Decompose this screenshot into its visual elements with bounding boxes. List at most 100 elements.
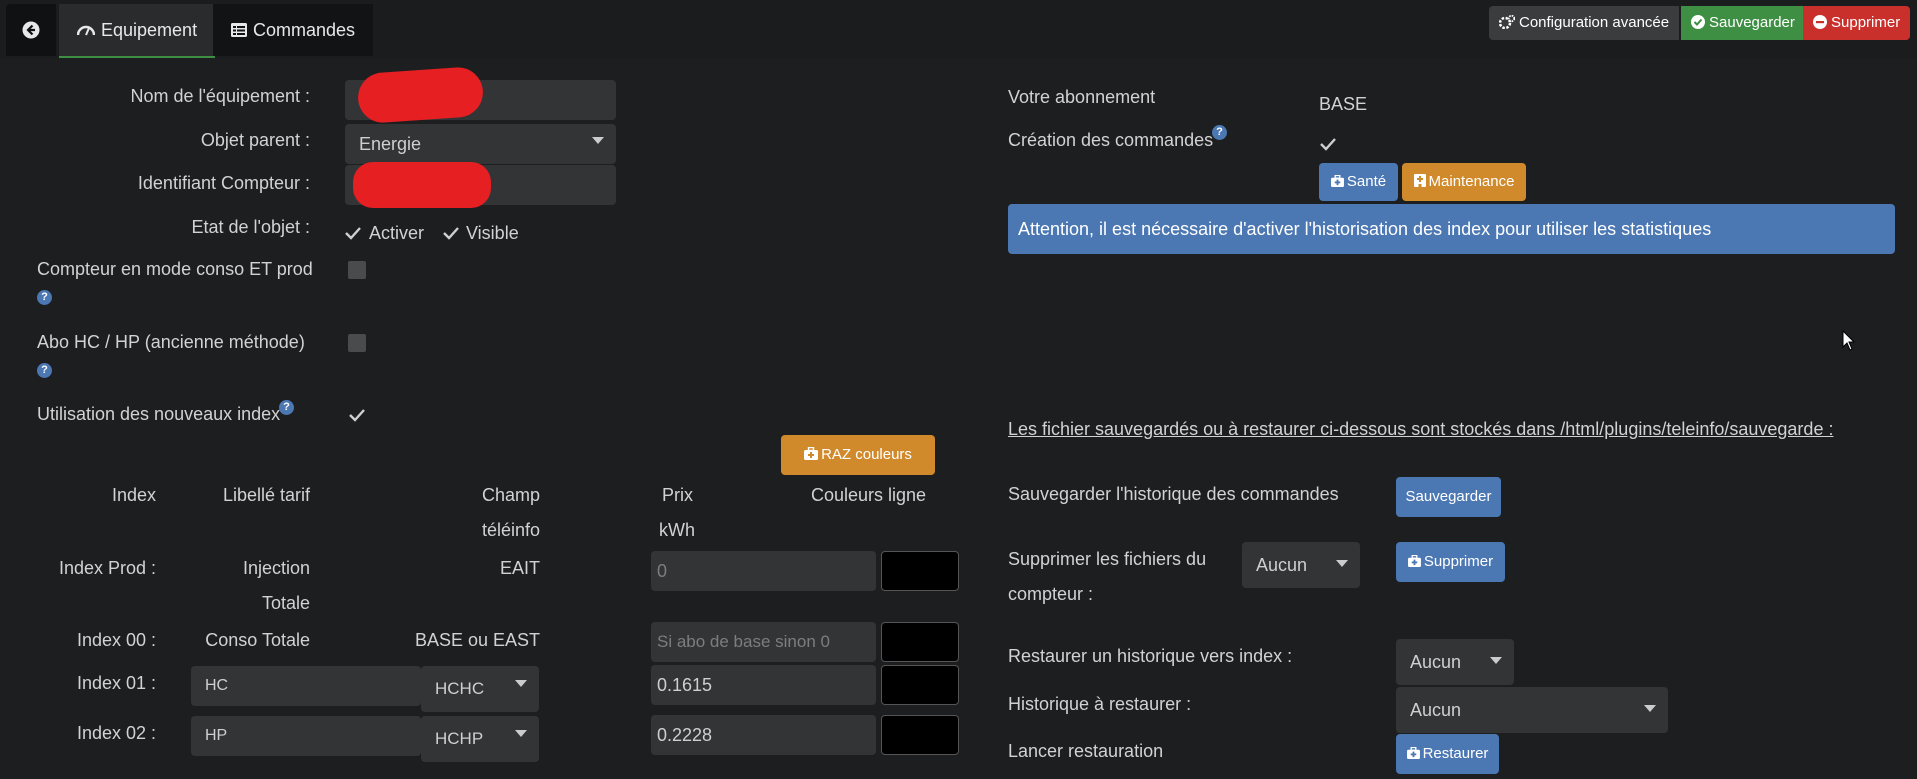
cogs-icon — [1498, 14, 1516, 29]
save-button[interactable]: Sauvegarder — [1681, 6, 1805, 40]
tab-commands[interactable]: Commandes — [213, 4, 374, 56]
help-icon[interactable]: ? — [37, 363, 52, 378]
help-icon[interactable]: ? — [279, 400, 294, 415]
medkit-icon — [1330, 174, 1344, 187]
field-header: Champ — [481, 485, 540, 505]
field-select-value: HCHC — [435, 679, 485, 698]
delete-button[interactable]: Supprimer — [1803, 6, 1911, 40]
tab-equipment[interactable]: Equipement — [59, 4, 216, 58]
conso-prod-checkbox[interactable] — [348, 261, 366, 279]
parent-label: Objet parent : — [200, 130, 310, 150]
checkmark-icon-new-index[interactable] — [347, 405, 367, 425]
field-label: EAIT — [499, 558, 540, 578]
visible-label: Visible — [466, 223, 519, 243]
delete-files-label-2: compteur : — [1008, 584, 1094, 604]
help-icon[interactable]: ? — [37, 290, 52, 305]
price-input-01[interactable]: 0.1615 — [651, 665, 876, 705]
price-header: Prix — [662, 485, 693, 505]
delete-files-label: Supprimer les fichiers du — [1008, 549, 1207, 569]
medkit-icon — [1406, 746, 1420, 759]
commands-creation-label: Création des commandes — [1008, 130, 1214, 150]
medkit-icon — [1407, 554, 1421, 567]
tariff-input-01[interactable]: HC — [191, 666, 421, 706]
health-button[interactable]: Santé — [1319, 163, 1398, 201]
index-header: Index — [111, 485, 156, 505]
index-row-label: Index 00 : — [76, 630, 156, 650]
chevron-down-icon — [592, 137, 604, 144]
price-input-02[interactable]: 0.2228 — [651, 715, 876, 755]
checkmark-icon-activate[interactable] — [343, 223, 363, 243]
restore-to-index-label: Restaurer un historique vers index : — [1008, 646, 1293, 666]
color-picker[interactable] — [881, 622, 959, 662]
index-row-label: Index 02 : — [76, 723, 156, 743]
chevron-down-icon — [515, 680, 527, 687]
chevron-down-icon — [1336, 560, 1348, 567]
advanced-config-label: Configuration avancée — [1519, 14, 1670, 31]
price-input-prod[interactable]: 0 — [651, 551, 876, 591]
checkmark-icon-commands[interactable] — [1318, 134, 1338, 154]
tariff-label: Injection — [242, 558, 310, 578]
restore-button[interactable]: Restaurer — [1396, 734, 1499, 774]
redaction-mark — [356, 65, 485, 125]
color-picker[interactable] — [881, 665, 959, 705]
tariff-label-2: Totale — [261, 593, 310, 613]
tab-equipment-label: Equipement — [101, 20, 198, 40]
maintenance-label: Maintenance — [1428, 173, 1515, 190]
save-label: Sauvegarder — [1709, 14, 1795, 31]
tariff-header: Libellé tarif — [222, 485, 310, 505]
hchp-checkbox[interactable] — [348, 334, 366, 352]
check-circle-icon — [1691, 14, 1705, 29]
maintenance-button[interactable]: Maintenance — [1402, 163, 1526, 201]
price-input-00[interactable]: Si abo de base sinon 0 — [651, 622, 876, 662]
arrow-left-circle-icon — [22, 21, 40, 39]
delete-files-button[interactable]: Supprimer — [1396, 542, 1505, 582]
subscription-value: BASE — [1319, 94, 1368, 114]
field-select-01[interactable]: HCHC — [421, 666, 539, 712]
mouse-cursor-icon — [1842, 330, 1856, 351]
delete-label: Supprimer — [1831, 14, 1901, 31]
restore-button-label: Restaurer — [1422, 745, 1489, 762]
restore-to-index-select[interactable]: Aucun — [1396, 639, 1514, 685]
history-to-restore-select[interactable]: Aucun — [1396, 687, 1668, 733]
history-to-restore-label: Historique à restaurer : — [1008, 694, 1192, 714]
delete-files-select[interactable]: Aucun — [1242, 542, 1360, 588]
field-label: BASE ou EAST — [414, 630, 540, 650]
chevron-down-icon — [1644, 705, 1656, 712]
chevron-down-icon — [515, 730, 527, 737]
restore-to-index-select-value: Aucun — [1410, 652, 1462, 672]
new-index-label: Utilisation des nouveaux index — [37, 404, 281, 424]
activate-label: Activer — [369, 223, 425, 243]
delete-files-select-value: Aucun — [1256, 555, 1308, 575]
parent-select[interactable]: Energie — [345, 124, 616, 164]
help-icon[interactable]: ? — [1212, 125, 1227, 140]
hospital-icon — [1413, 174, 1426, 188]
hchp-label: Abo HC / HP (ancienne méthode) — [37, 332, 305, 352]
raz-colors-button[interactable]: RAZ couleurs — [781, 435, 935, 475]
conso-prod-label: Compteur en mode conso ET prod — [37, 259, 313, 279]
backup-info-link[interactable]: Les fichier sauvegardés ou à restaurer c… — [1008, 419, 1833, 440]
color-picker[interactable] — [881, 715, 959, 755]
tab-commands-label: Commandes — [253, 20, 356, 40]
counter-id-label: Identifiant Compteur : — [137, 173, 310, 193]
color-picker[interactable] — [881, 551, 959, 591]
health-label: Santé — [1346, 173, 1387, 190]
save-history-button[interactable]: Sauvegarder — [1396, 477, 1501, 517]
history-alert: Attention, il est nécessaire d'activer l… — [1008, 204, 1895, 254]
index-row-label: Index 01 : — [76, 673, 156, 693]
delete-files-button-label: Supprimer — [1423, 553, 1494, 570]
index-row-label: Index Prod : — [58, 558, 156, 578]
minus-circle-icon — [1813, 14, 1827, 29]
raz-colors-label: RAZ couleurs — [821, 446, 912, 463]
redaction-mark-2 — [353, 162, 491, 208]
colors-header: Couleurs ligne — [811, 485, 927, 505]
save-history-label: Sauvegarder l'historique des commandes — [1008, 484, 1339, 504]
field-select-02[interactable]: HCHP — [421, 716, 539, 762]
checkmark-icon-visible[interactable] — [441, 223, 461, 243]
advanced-config-button[interactable]: Configuration avancée — [1489, 6, 1680, 40]
launch-restore-label: Lancer restauration — [1008, 741, 1164, 761]
chevron-down-icon — [1490, 657, 1502, 664]
subscription-label: Votre abonnement — [1008, 87, 1156, 107]
back-button[interactable] — [6, 4, 56, 56]
state-label: Etat de l'objet : — [191, 217, 310, 237]
tariff-input-02[interactable]: HP — [191, 716, 421, 756]
